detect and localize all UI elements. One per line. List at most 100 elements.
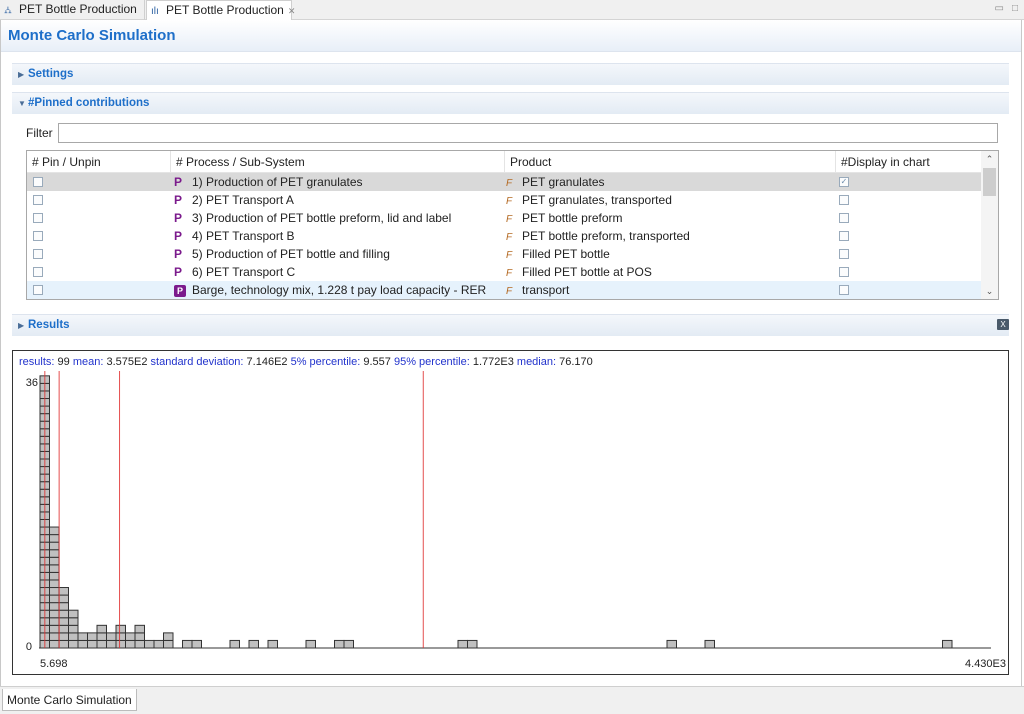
histogram-bar-block xyxy=(163,632,174,641)
histogram-bar-block xyxy=(666,639,677,649)
scroll-up-icon[interactable]: ⌃ xyxy=(981,151,998,167)
table-row[interactable]: P 5) Production of PET bottle and filling… xyxy=(27,245,982,263)
x-tick-max: 4.430E3 xyxy=(965,658,1006,670)
process-icon: P xyxy=(174,229,183,243)
histogram-bar-block xyxy=(153,639,164,649)
histogram-bar-block xyxy=(68,624,79,634)
process-name: Barge, technology mix, 1.228 t pay load … xyxy=(192,283,487,297)
histogram-bar-block xyxy=(49,556,60,566)
table-row[interactable]: P 4) PET Transport B F PET bottle preform, … xyxy=(27,227,982,245)
process-cell: P 6) PET Transport C xyxy=(174,263,295,281)
column-header-process[interactable]: # Process / Sub-System xyxy=(171,151,505,173)
histogram-bar-block xyxy=(68,609,79,619)
y-tick-max: 36 xyxy=(26,377,38,389)
display-in-chart-checkbox[interactable] xyxy=(839,195,849,205)
column-header-display[interactable]: #Display in chart xyxy=(836,151,982,173)
scrollbar-thumb[interactable] xyxy=(983,168,996,196)
pin-checkbox[interactable] xyxy=(33,195,43,205)
histogram-bar-block xyxy=(144,639,155,649)
tab-monte-carlo-page[interactable]: Monte Carlo Simulation xyxy=(2,689,137,711)
display-in-chart-checkbox[interactable] xyxy=(839,285,849,295)
flow-icon: F xyxy=(506,286,513,297)
process-cell: P 2) PET Transport A xyxy=(174,191,294,209)
histogram-bar-block xyxy=(58,624,69,634)
pin-checkbox[interactable] xyxy=(33,231,43,241)
product-cell: F PET bottle preform, transported xyxy=(506,227,690,245)
maximize-icon[interactable]: □ xyxy=(1012,3,1018,14)
product-cell: Ftransport xyxy=(506,281,569,299)
contributions-table: # Pin / Unpin # Process / Sub-System Pro… xyxy=(26,150,999,300)
pin-checkbox[interactable] xyxy=(33,177,43,187)
histogram-bar-block xyxy=(115,639,126,649)
column-header-pin[interactable]: # Pin / Unpin xyxy=(27,151,171,173)
process-name: 4) PET Transport B xyxy=(192,229,295,243)
display-in-chart-checkbox[interactable] xyxy=(839,231,849,241)
tab-monte-carlo[interactable]: ılı PET Bottle Production ✕ xyxy=(146,0,295,21)
table-row[interactable]: P 1) Production of PET granulates F PET gra… xyxy=(27,173,982,191)
tab-product-system[interactable]: ⛼ PET Bottle Production xyxy=(0,0,145,20)
process-name: 3) Production of PET bottle preform, lid… xyxy=(192,211,452,225)
section-settings[interactable]: ▶ Settings xyxy=(12,63,1009,85)
display-in-chart-checkbox[interactable] xyxy=(839,267,849,277)
table-row[interactable]: P 6) PET Transport C F Filled PET bottle at… xyxy=(27,263,982,281)
histogram-bar-block xyxy=(49,587,60,596)
histogram-bar-block xyxy=(96,639,107,649)
histogram-bar-block xyxy=(229,639,240,649)
process-icon: P xyxy=(174,193,183,207)
table-row[interactable]: P Barge, technology mix, 1.228 t pay load… xyxy=(27,281,982,299)
bar-chart-icon: ılı xyxy=(151,6,159,17)
histogram-bar-block xyxy=(49,549,60,558)
histogram-bar-block xyxy=(96,632,107,641)
histogram-bar-block xyxy=(96,624,107,634)
histogram-bar-block xyxy=(115,624,126,634)
column-header-product[interactable]: Product xyxy=(505,151,836,173)
chevron-down-icon: ▼ xyxy=(18,99,26,108)
histogram-bar-block xyxy=(134,632,145,641)
histogram-bar-block xyxy=(49,571,60,581)
histogram-bar-block xyxy=(68,639,79,649)
histogram-bar-block xyxy=(58,617,69,626)
histogram-bar-block xyxy=(49,541,60,551)
pin-checkbox[interactable] xyxy=(33,285,43,295)
minimize-icon[interactable]: ▭ xyxy=(995,3,1004,14)
bottom-tab-bar: Monte Carlo Simulation xyxy=(0,686,1024,714)
display-in-chart-checkbox[interactable] xyxy=(839,213,849,223)
histogram-bar-block xyxy=(58,609,69,619)
process-name: 1) Production of PET granulates xyxy=(192,175,363,189)
product-cell: F PET granulates, transported xyxy=(506,191,672,209)
process-name: 5) Production of PET bottle and filling xyxy=(192,247,390,261)
product-name: transport xyxy=(522,283,570,297)
pin-checkbox[interactable] xyxy=(33,267,43,277)
filter-input[interactable] xyxy=(58,123,998,143)
product-name: PET bottle preform, transported xyxy=(522,229,690,243)
section-results[interactable]: ▶ Results xyxy=(12,314,1009,336)
histogram-bar-block xyxy=(58,602,69,611)
product-cell: F Filled PET bottle at POS xyxy=(506,263,652,281)
histogram-bar-block xyxy=(49,594,60,604)
histogram-bar-block xyxy=(49,602,60,611)
display-in-chart-checkbox[interactable] xyxy=(839,249,849,259)
scroll-down-icon[interactable]: ⌄ xyxy=(981,283,998,299)
histogram-bar-block xyxy=(191,639,202,649)
table-row[interactable]: P 2) PET Transport A F PET granulates, tran… xyxy=(27,191,982,209)
table-row[interactable]: P 3) Production of PET bottle preform, li… xyxy=(27,209,982,227)
table-scrollbar[interactable]: ⌃ ⌄ xyxy=(981,151,998,299)
window-controls: ▭ □ xyxy=(987,3,1019,14)
histogram-bar-block xyxy=(58,639,69,649)
close-icon[interactable]: ✕ xyxy=(288,6,296,16)
histogram-bar-block xyxy=(106,632,117,641)
display-in-chart-checkbox[interactable]: ✓ xyxy=(839,177,849,187)
export-excel-icon[interactable]: X xyxy=(997,319,1009,330)
editor-tab-bar: ⛼ PET Bottle Production ılı PET Bottle Pro… xyxy=(0,0,1024,21)
histogram-bar-block xyxy=(87,632,98,641)
pin-checkbox[interactable] xyxy=(33,213,43,223)
histogram-bar-block xyxy=(182,639,193,649)
process-icon: P xyxy=(174,175,183,189)
section-pinned-contributions[interactable]: ▼ #Pinned contributions xyxy=(12,92,1009,114)
product-name: PET bottle preform xyxy=(522,211,623,225)
pin-checkbox[interactable] xyxy=(33,249,43,259)
histogram-bar-block xyxy=(68,617,79,626)
process-icon: P xyxy=(174,265,183,279)
histogram-bar-block xyxy=(457,639,468,649)
histogram-bar-block xyxy=(134,624,145,634)
